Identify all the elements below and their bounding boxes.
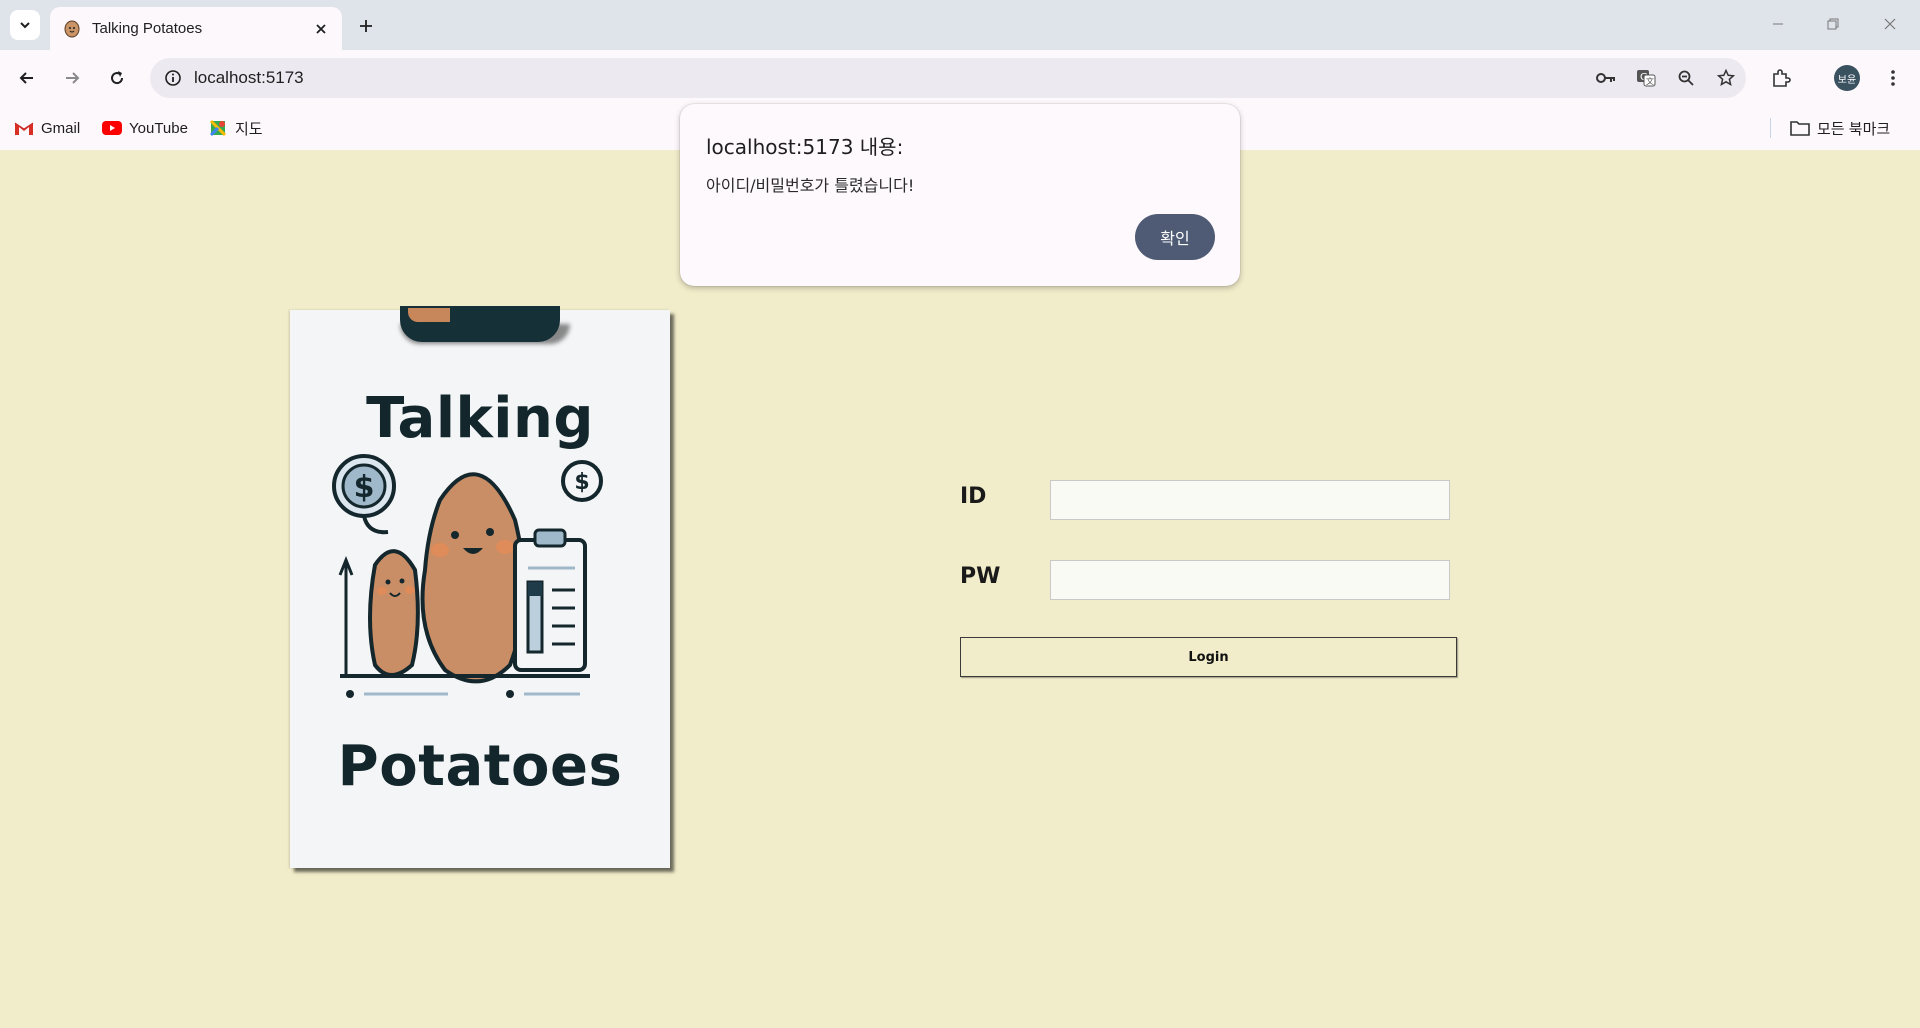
- id-input[interactable]: [1050, 480, 1450, 520]
- login-button[interactable]: Login: [960, 637, 1457, 677]
- gmail-icon: [14, 120, 34, 136]
- dollar-coin-icon: $: [332, 454, 396, 535]
- dollar-coin-icon: $: [561, 460, 603, 502]
- small-potato-icon: [368, 549, 420, 677]
- arrow-right-icon: [66, 72, 80, 84]
- pw-input[interactable]: [1050, 560, 1450, 600]
- dialog-message: 아이디/비밀번호가 틀렸습니다!: [706, 176, 915, 195]
- browser-toolbar: localhost:5173 G文 보윤: [0, 50, 1920, 106]
- id-label: ID: [960, 484, 987, 509]
- site-info-icon[interactable]: [162, 67, 184, 89]
- all-bookmarks-label: 모든 북마크: [1817, 120, 1891, 138]
- youtube-icon: [102, 120, 122, 136]
- bookmark-label: 지도: [235, 120, 263, 138]
- big-potato-icon: [420, 472, 526, 684]
- tab-close-button[interactable]: [308, 16, 334, 42]
- bookmark-label: Gmail: [41, 119, 81, 137]
- extensions-button[interactable]: [1766, 63, 1796, 93]
- reload-button[interactable]: [102, 63, 132, 93]
- restore-icon: [1827, 18, 1839, 30]
- plus-icon: [360, 20, 372, 32]
- login-form: ID PW Login: [958, 478, 1458, 738]
- logo-title-bottom: Potatoes: [337, 734, 623, 799]
- forward-button[interactable]: [57, 63, 87, 93]
- svg-text:$: $: [574, 470, 589, 495]
- restore-button[interactable]: [1813, 10, 1853, 38]
- translate-icon[interactable]: G文: [1626, 63, 1666, 93]
- all-bookmarks-button[interactable]: 모든 북마크: [1790, 116, 1890, 140]
- bookmark-youtube[interactable]: YouTube: [102, 116, 188, 140]
- new-tab-button[interactable]: [352, 12, 380, 40]
- more-vertical-icon: [1891, 70, 1895, 86]
- maps-icon: [208, 119, 228, 137]
- zoom-out-icon[interactable]: [1666, 63, 1706, 93]
- bookmark-maps[interactable]: 지도: [208, 116, 263, 140]
- folder-icon: [1790, 120, 1810, 136]
- logo-title-top: Talking: [366, 386, 594, 451]
- bookmarks-divider: [1770, 118, 1771, 138]
- bookmark-gmail[interactable]: Gmail: [14, 116, 80, 140]
- clipboard-clip-accent: [408, 308, 450, 322]
- dialog-title: localhost:5173 내용:: [706, 135, 904, 159]
- close-window-button[interactable]: [1870, 10, 1910, 38]
- close-icon: [316, 23, 326, 34]
- svg-text:$: $: [354, 470, 375, 505]
- pw-label: PW: [960, 564, 1001, 589]
- clipboard-chart-icon: [513, 528, 587, 672]
- alert-dialog: localhost:5173 내용: 아이디/비밀번호가 틀렸습니다! 확인: [680, 104, 1240, 286]
- minimize-button[interactable]: [1758, 10, 1798, 38]
- password-key-icon[interactable]: [1586, 63, 1626, 93]
- svg-text:文: 文: [1646, 76, 1654, 86]
- logo-card: Talking $ $ Potatoes: [290, 306, 670, 868]
- tab-active[interactable]: Talking Potatoes: [50, 7, 342, 50]
- back-button[interactable]: [12, 63, 42, 93]
- reload-icon: [111, 71, 124, 85]
- bookmark-label: YouTube: [129, 119, 188, 137]
- address-bar[interactable]: localhost:5173 G文: [150, 58, 1746, 98]
- minimize-icon: [1773, 23, 1783, 25]
- puzzle-icon: [1773, 69, 1791, 87]
- tab-strip: Talking Potatoes: [0, 0, 1920, 50]
- potato-mascot-illustration: $ $: [332, 454, 603, 698]
- chevron-down-icon: [20, 22, 30, 29]
- profile-avatar[interactable]: 보윤: [1834, 65, 1860, 91]
- arrow-left-icon: [19, 72, 33, 84]
- close-icon: [1884, 18, 1896, 30]
- dialog-ok-button[interactable]: 확인: [1135, 214, 1215, 260]
- bookmark-star-icon[interactable]: [1706, 63, 1746, 93]
- potato-icon: [64, 20, 80, 37]
- tab-title: Talking Potatoes: [92, 20, 203, 37]
- menu-button[interactable]: [1878, 63, 1908, 93]
- tab-search-button[interactable]: [10, 10, 40, 40]
- url-text[interactable]: localhost:5173: [194, 68, 1586, 88]
